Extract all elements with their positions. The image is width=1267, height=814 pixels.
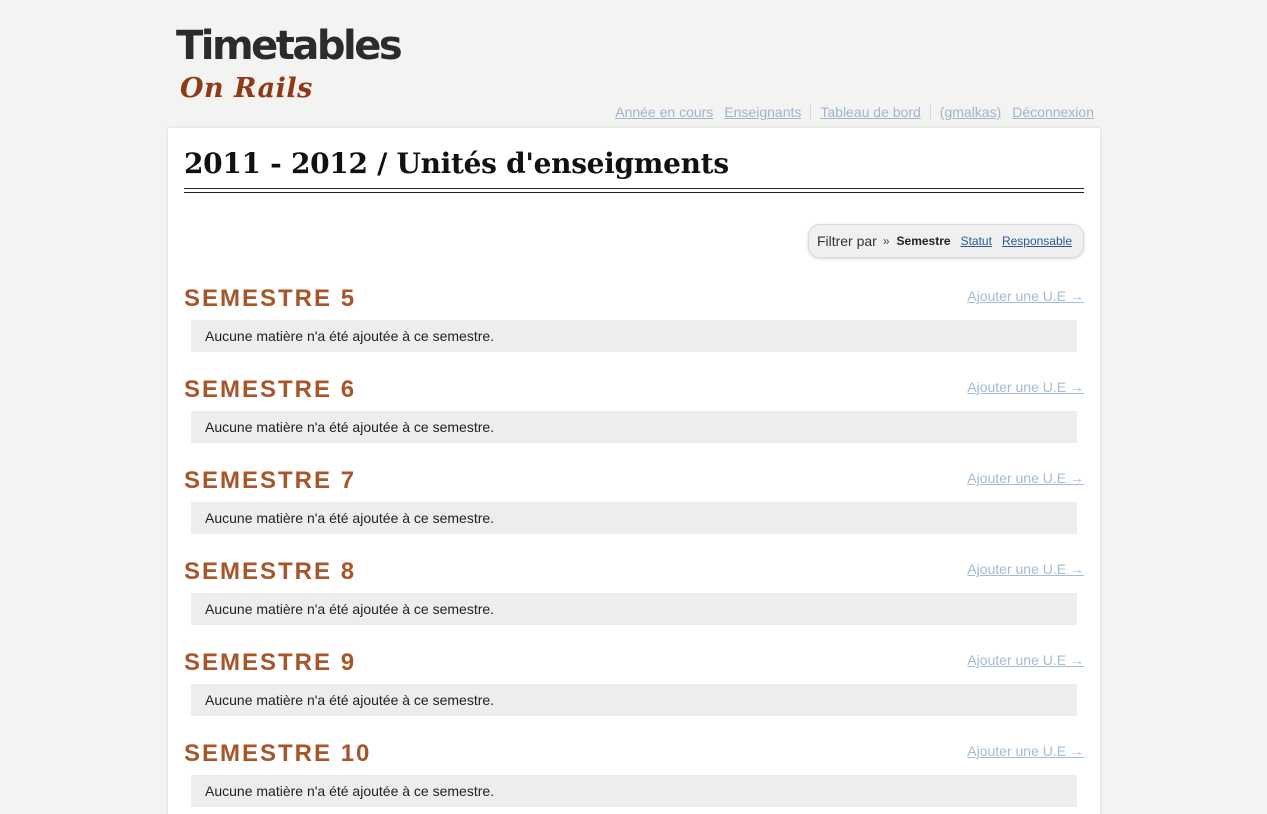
semester-section: SEMESTRE 5 Ajouter une U.E → Aucune mati… — [184, 285, 1084, 365]
page-title: 2011 - 2012 / Unités d'enseigments — [184, 147, 729, 180]
nav-divider — [929, 104, 931, 120]
empty-semester-message: Aucune matière n'a été ajoutée à ce seme… — [191, 320, 1077, 352]
filter-bar: Filtrer par » Semestre Statut Responsabl… — [807, 224, 1084, 258]
add-ue-link[interactable]: Ajouter une U.E → — [967, 652, 1084, 668]
semester-title: SEMESTRE 7 — [184, 467, 357, 494]
nav-current-year-link[interactable]: Année en cours — [615, 104, 713, 120]
top-nav: Année en cours Enseignants Tableau de bo… — [615, 104, 1094, 120]
empty-semester-message: Aucune matière n'a été ajoutée à ce seme… — [191, 502, 1077, 534]
nav-user-link[interactable]: (gmalkas) — [940, 104, 1001, 120]
add-ue-link[interactable]: Ajouter une U.E → — [967, 470, 1084, 486]
empty-semester-message: Aucune matière n'a été ajoutée à ce seme… — [191, 411, 1077, 443]
empty-semester-message: Aucune matière n'a été ajoutée à ce seme… — [191, 775, 1077, 807]
nav-logout-link[interactable]: Déconnexion — [1012, 104, 1094, 120]
nav-teachers-link[interactable]: Enseignants — [724, 104, 801, 120]
semester-title: SEMESTRE 5 — [184, 285, 357, 312]
empty-semester-message: Aucune matière n'a été ajoutée à ce seme… — [191, 593, 1077, 625]
semester-section: SEMESTRE 7 Ajouter une U.E → Aucune mati… — [184, 467, 1084, 547]
app-root: Timetables On Rails Année en cours Ensei… — [0, 0, 1267, 814]
semester-section: SEMESTRE 9 Ajouter une U.E → Aucune mati… — [184, 649, 1084, 729]
title-double-rule — [184, 188, 1084, 193]
logo-subtitle: On Rails — [180, 73, 313, 104]
empty-semester-message: Aucune matière n'a été ajoutée à ce seme… — [191, 684, 1077, 716]
nav-dashboard-link[interactable]: Tableau de bord — [820, 104, 920, 120]
filter-label: Filtrer par — [816, 233, 877, 249]
add-ue-link[interactable]: Ajouter une U.E → — [967, 743, 1084, 759]
add-ue-link[interactable]: Ajouter une U.E → — [967, 379, 1084, 395]
filter-separator: » — [882, 234, 890, 248]
semester-section: SEMESTRE 6 Ajouter une U.E → Aucune mati… — [184, 376, 1084, 456]
main-panel: 2011 - 2012 / Unités d'enseigments Filtr… — [168, 128, 1100, 814]
semester-section: SEMESTRE 8 Ajouter une U.E → Aucune mati… — [184, 558, 1084, 638]
filter-active-semester: Semestre — [896, 234, 951, 248]
add-ue-link[interactable]: Ajouter une U.E → — [967, 288, 1084, 304]
nav-divider — [810, 104, 812, 120]
semester-title: SEMESTRE 6 — [184, 376, 357, 403]
filter-manager-link[interactable]: Responsable — [1002, 234, 1072, 248]
semester-section: SEMESTRE 10 Ajouter une U.E → Aucune mat… — [184, 740, 1084, 814]
semester-title: SEMESTRE 9 — [184, 649, 357, 676]
add-ue-link[interactable]: Ajouter une U.E → — [967, 561, 1084, 577]
logo-title: Timetables — [176, 23, 403, 69]
semester-title: SEMESTRE 10 — [184, 740, 372, 767]
semester-title: SEMESTRE 8 — [184, 558, 357, 585]
filter-status-link[interactable]: Statut — [961, 234, 992, 248]
logo[interactable]: Timetables On Rails — [176, 22, 406, 112]
